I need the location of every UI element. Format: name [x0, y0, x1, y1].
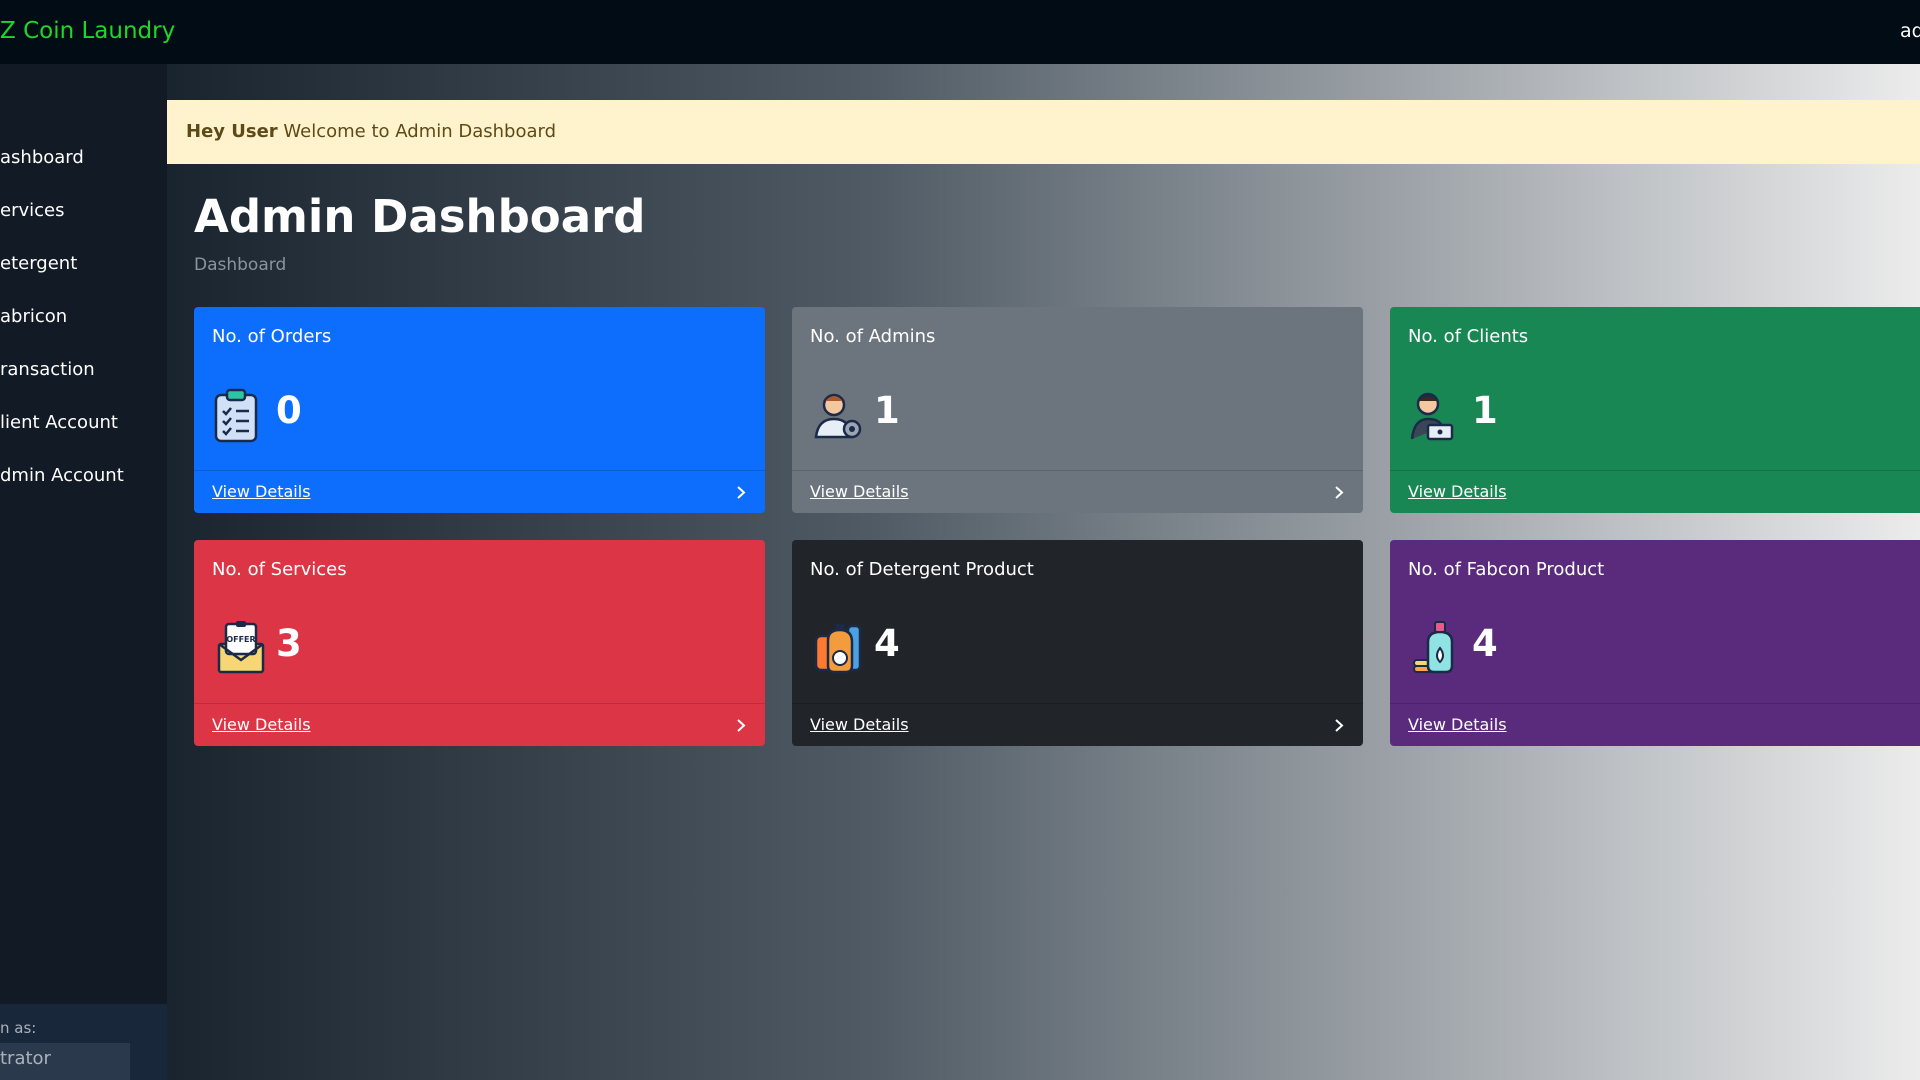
breadcrumb: Dashboard: [194, 255, 287, 275]
view-details-link[interactable]: View Details: [1408, 482, 1507, 501]
page-title: Admin Dashboard: [194, 190, 646, 243]
alert-greeting: Hey User: [186, 121, 278, 142]
card-title: No. of Orders: [212, 326, 332, 347]
top-navbar: Z Coin Laundry ad: [0, 0, 1920, 64]
card-value: 4: [874, 622, 900, 665]
card-title: No. of Detergent Product: [810, 559, 1034, 580]
orders-card: No. of Orders 0 View Details: [194, 307, 765, 513]
chevron-right-icon[interactable]: [1333, 485, 1346, 500]
card-footer: View Details: [194, 703, 765, 746]
chevron-right-icon[interactable]: [735, 718, 748, 733]
sidebar-item-detergent[interactable]: etergent: [0, 250, 167, 303]
card-title: No. of Services: [212, 559, 347, 580]
clipboard-list-icon: [214, 388, 258, 443]
card-footer: View Details: [792, 470, 1363, 513]
alert-message: Welcome to Admin Dashboard: [283, 121, 557, 142]
sidebar-item-dashboard[interactable]: ashboard: [0, 144, 167, 197]
view-details-link[interactable]: View Details: [810, 482, 909, 501]
card-title: No. of Admins: [810, 326, 936, 347]
card-value: 0: [276, 389, 302, 432]
card-value: 1: [1472, 389, 1498, 432]
detergent-bottles-icon: [814, 624, 862, 674]
card-footer: View Details: [194, 470, 765, 513]
main-content: Hey User Welcome to Admin Dashboard Admi…: [167, 64, 1920, 1080]
clients-card: No. of Clients 1 View Details: [1390, 307, 1920, 513]
card-footer: View Details: [1390, 703, 1920, 746]
sidebar-footer: n as: trator: [0, 1004, 167, 1080]
card-title: No. of Fabcon Product: [1408, 559, 1605, 580]
card-value: 1: [874, 389, 900, 432]
logged-in-role: trator: [0, 1043, 130, 1080]
logged-in-label: n as:: [0, 1019, 37, 1037]
card-footer: View Details: [1390, 470, 1920, 513]
view-details-link[interactable]: View Details: [1408, 715, 1507, 734]
view-details-link[interactable]: View Details: [212, 482, 311, 501]
chevron-right-icon[interactable]: [735, 485, 748, 500]
view-details-link[interactable]: View Details: [810, 715, 909, 734]
card-value: 3: [276, 622, 302, 665]
sidebar-item-client-account[interactable]: lient Account: [0, 409, 167, 462]
view-details-link[interactable]: View Details: [212, 715, 311, 734]
sidebar-item-admin-account[interactable]: dmin Account: [0, 462, 167, 515]
card-footer: View Details: [792, 703, 1363, 746]
services-card: No. of Services OFFER 3 View Details: [194, 540, 765, 746]
sidebar-item-services[interactable]: ervices: [0, 197, 167, 250]
client-user-laptop-icon: [1410, 392, 1454, 441]
sidebar-nav: ashboard ervices etergent abricon ransac…: [0, 144, 167, 515]
offer-envelope-icon: OFFER: [217, 621, 265, 674]
brand-logo[interactable]: Z Coin Laundry: [0, 18, 175, 44]
svg-text:OFFER: OFFER: [226, 635, 255, 644]
card-title: No. of Clients: [1408, 326, 1529, 347]
fabcon-product-card: No. of Fabcon Product 4 View Details: [1390, 540, 1920, 746]
sidebar-item-transaction[interactable]: ransaction: [0, 356, 167, 409]
detergent-product-card: No. of Detergent Product 4 View Details: [792, 540, 1363, 746]
admins-card: No. of Admins 1 View Details: [792, 307, 1363, 513]
fabcon-bottle-icon: [1413, 621, 1454, 674]
welcome-alert: Hey User Welcome to Admin Dashboard: [167, 100, 1920, 164]
card-value: 4: [1472, 622, 1498, 665]
sidebar: ashboard ervices etergent abricon ransac…: [0, 64, 167, 1080]
admin-user-gear-icon: [814, 393, 862, 439]
sidebar-item-fabricon[interactable]: abricon: [0, 303, 167, 356]
user-menu-button[interactable]: ad: [1900, 20, 1920, 42]
chevron-right-icon[interactable]: [1333, 718, 1346, 733]
